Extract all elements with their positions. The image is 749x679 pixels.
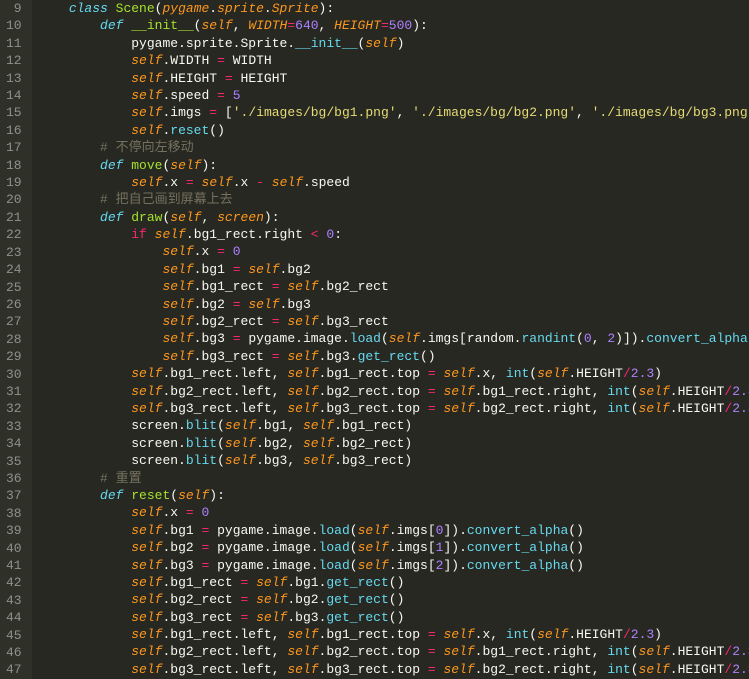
code-line[interactable]: self.bg3_rect.left, self.bg3_rect.top = …	[38, 400, 749, 417]
line-number: 30	[4, 366, 24, 383]
code-line[interactable]: self.speed = 5	[38, 87, 749, 104]
line-number: 11	[4, 35, 24, 52]
line-number: 41	[4, 557, 24, 574]
line-number: 16	[4, 122, 24, 139]
line-number: 19	[4, 174, 24, 191]
code-line[interactable]: # 把自己画到屏幕上去	[38, 191, 749, 208]
code-line[interactable]: def reset(self):	[38, 487, 749, 504]
code-line[interactable]: self.WIDTH = WIDTH	[38, 52, 749, 69]
line-number: 34	[4, 435, 24, 452]
code-line[interactable]: self.bg1_rect = self.bg1.get_rect()	[38, 574, 749, 591]
line-number: 35	[4, 453, 24, 470]
code-line[interactable]: self.reset()	[38, 122, 749, 139]
line-number: 23	[4, 244, 24, 261]
code-line[interactable]: def move(self):	[38, 157, 749, 174]
code-line[interactable]: self.bg2 = pygame.image.load(self.imgs[1…	[38, 539, 749, 556]
line-number: 36	[4, 470, 24, 487]
code-line[interactable]: self.bg3_rect.left, self.bg3_rect.top = …	[38, 661, 749, 678]
line-number: 33	[4, 418, 24, 435]
line-number: 17	[4, 139, 24, 156]
line-number: 14	[4, 87, 24, 104]
line-number: 29	[4, 348, 24, 365]
code-line[interactable]: self.bg1 = pygame.image.load(self.imgs[0…	[38, 522, 749, 539]
line-number: 37	[4, 487, 24, 504]
line-number: 40	[4, 540, 24, 557]
line-number-gutter: 9101112131415161718192021222324252627282…	[0, 0, 32, 679]
line-number: 24	[4, 261, 24, 278]
code-line[interactable]: self.bg2_rect = self.bg2.get_rect()	[38, 591, 749, 608]
line-number: 28	[4, 331, 24, 348]
code-line[interactable]: self.bg2_rect = self.bg3_rect	[38, 313, 749, 330]
line-number: 32	[4, 400, 24, 417]
line-number: 10	[4, 17, 24, 34]
line-number: 25	[4, 279, 24, 296]
line-number: 26	[4, 296, 24, 313]
code-line[interactable]: def __init__(self, WIDTH=640, HEIGHT=500…	[38, 17, 749, 34]
line-number: 44	[4, 609, 24, 626]
code-line[interactable]: screen.blit(self.bg1, self.bg1_rect)	[38, 417, 749, 434]
code-line[interactable]: self.bg2_rect.left, self.bg2_rect.top = …	[38, 643, 749, 660]
code-line[interactable]: self.bg3_rect = self.bg3.get_rect()	[38, 609, 749, 626]
line-number: 27	[4, 313, 24, 330]
code-line[interactable]: # 重置	[38, 470, 749, 487]
line-number: 22	[4, 226, 24, 243]
line-number: 39	[4, 522, 24, 539]
code-line[interactable]: self.bg3_rect = self.bg3.get_rect()	[38, 348, 749, 365]
code-line[interactable]: self.bg1_rect.left, self.bg1_rect.top = …	[38, 365, 749, 382]
line-number: 45	[4, 627, 24, 644]
code-line[interactable]: def draw(self, screen):	[38, 209, 749, 226]
line-number: 12	[4, 52, 24, 69]
code-editor[interactable]: 9101112131415161718192021222324252627282…	[0, 0, 749, 679]
code-line[interactable]: if self.bg1_rect.right < 0:	[38, 226, 749, 243]
line-number: 15	[4, 104, 24, 121]
code-line[interactable]: self.bg3 = pygame.image.load(self.imgs[r…	[38, 330, 749, 347]
code-line[interactable]: self.x = 0	[38, 243, 749, 260]
line-number: 18	[4, 157, 24, 174]
code-line[interactable]: screen.blit(self.bg3, self.bg3_rect)	[38, 452, 749, 469]
code-line[interactable]: self.x = 0	[38, 504, 749, 521]
code-area[interactable]: class Scene(pygame.sprite.Sprite): def _…	[32, 0, 749, 679]
code-line[interactable]: self.bg1 = self.bg2	[38, 261, 749, 278]
code-line[interactable]: self.x = self.x - self.speed	[38, 174, 749, 191]
line-number: 42	[4, 574, 24, 591]
line-number: 47	[4, 661, 24, 678]
line-number: 13	[4, 70, 24, 87]
code-line[interactable]: self.HEIGHT = HEIGHT	[38, 70, 749, 87]
code-line[interactable]: pygame.sprite.Sprite.__init__(self)	[38, 35, 749, 52]
code-line[interactable]: screen.blit(self.bg2, self.bg2_rect)	[38, 435, 749, 452]
code-line[interactable]: class Scene(pygame.sprite.Sprite):	[38, 0, 749, 17]
code-line[interactable]: self.bg2 = self.bg3	[38, 296, 749, 313]
code-line[interactable]: self.imgs = ['./images/bg/bg1.png', './i…	[38, 104, 749, 121]
code-line[interactable]: self.bg1_rect = self.bg2_rect	[38, 278, 749, 295]
code-line[interactable]: self.bg3 = pygame.image.load(self.imgs[2…	[38, 557, 749, 574]
line-number: 38	[4, 505, 24, 522]
line-number: 46	[4, 644, 24, 661]
code-line[interactable]: self.bg2_rect.left, self.bg2_rect.top = …	[38, 383, 749, 400]
line-number: 9	[4, 0, 24, 17]
line-number: 21	[4, 209, 24, 226]
code-line[interactable]: self.bg1_rect.left, self.bg1_rect.top = …	[38, 626, 749, 643]
line-number: 43	[4, 592, 24, 609]
line-number: 31	[4, 383, 24, 400]
line-number: 20	[4, 191, 24, 208]
code-line[interactable]: # 不停向左移动	[38, 139, 749, 156]
